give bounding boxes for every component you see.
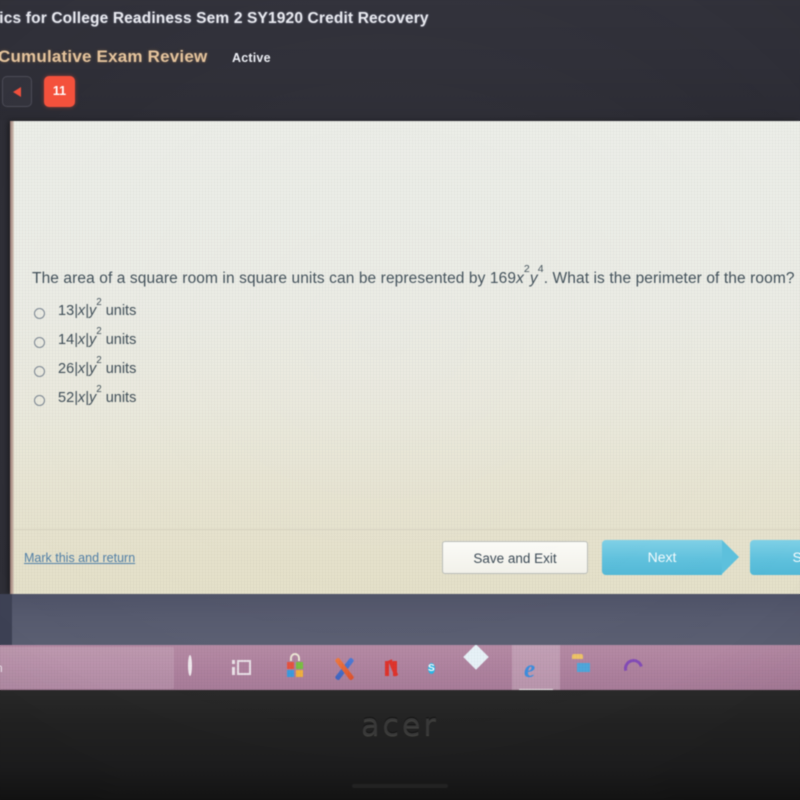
save-and-exit-button[interactable]: Save and Exit	[442, 541, 588, 574]
taskbar-item-netflix[interactable]	[368, 645, 416, 692]
question-card: The area of a square room in square unit…	[10, 121, 800, 594]
option-abs-x: |x|	[74, 361, 89, 377]
taskbar-item-microsoft-store[interactable]	[272, 645, 320, 692]
option-coefficient: 14	[58, 332, 75, 348]
option-exponent: 2	[96, 325, 102, 337]
chevron-left-icon	[13, 87, 21, 97]
radio-button-icon[interactable]	[34, 395, 45, 406]
answer-options: 13|x|y2 units 14|x|y2 units 26|x|y2 unit…	[34, 297, 454, 419]
course-header: tics for College Readiness Sem 2 SY1920 …	[0, 0, 800, 120]
taskbar-item-firefox[interactable]	[608, 645, 656, 692]
taskbar-search-box[interactable]: n	[0, 647, 174, 689]
option-label: 13|x|y2 units	[58, 297, 137, 319]
option-label: 14|x|y2 units	[58, 326, 137, 348]
option-abs-x: |x|	[74, 303, 89, 319]
option-exponent: 2	[96, 296, 102, 308]
windows-taskbar: n	[0, 645, 800, 692]
skype-glyph: S	[428, 663, 435, 674]
skype-icon: S	[428, 657, 452, 681]
task-view-icon	[232, 657, 260, 681]
option-units: units	[101, 390, 137, 406]
x-app-icon	[332, 657, 356, 681]
option-abs-x: |x|	[74, 390, 89, 406]
taskbar-item-cortana[interactable]	[176, 645, 224, 692]
laptop-screen: tics for College Readiness Sem 2 SY1920 …	[0, 0, 800, 692]
taskbar-item-file-explorer[interactable]	[560, 645, 608, 692]
question-variable-y: y	[529, 270, 538, 287]
option-coefficient: 13	[58, 303, 75, 319]
taskbar-item-edge[interactable]: e	[512, 645, 560, 692]
taskbar-item-mail[interactable]	[463, 645, 512, 692]
question-variable-x: x	[516, 270, 524, 287]
previous-question-button[interactable]	[2, 76, 32, 107]
option-abs-x: |x|	[74, 332, 89, 348]
photo-of-laptop-screen: tics for College Readiness Sem 2 SY1920 …	[0, 0, 800, 800]
edge-browser-icon: e	[524, 656, 548, 683]
desktop-band-left-edge	[0, 594, 12, 646]
radio-button-icon[interactable]	[34, 337, 45, 348]
option-coefficient: 26	[58, 361, 75, 377]
status-badge: Active	[232, 51, 271, 65]
option-label: 52|x|y2 units	[58, 384, 137, 406]
option-units: units	[101, 303, 137, 319]
question-prompt: The area of a square room in square unit…	[32, 264, 800, 290]
microsoft-store-icon	[284, 653, 308, 681]
next-button[interactable]: Next	[602, 540, 739, 575]
taskbar-item-x-app[interactable]	[320, 645, 368, 692]
question-exponent-x: 2	[523, 263, 530, 276]
folder-icon	[572, 654, 596, 681]
firefox-icon	[620, 655, 647, 682]
desktop-band	[0, 594, 800, 646]
option-row[interactable]: 52|x|y2 units	[34, 384, 454, 419]
option-units: units	[101, 361, 137, 377]
netflix-icon	[380, 657, 404, 681]
cortana-circle-icon	[188, 655, 212, 681]
laptop-bezel: acer	[0, 690, 800, 800]
question-prompt-part1: The area of a square room in square unit…	[32, 270, 517, 287]
course-title: tics for College Readiness Sem 2 SY1920 …	[0, 10, 429, 27]
card-left-edge	[10, 121, 14, 594]
submit-button[interactable]: Sub	[750, 540, 800, 575]
option-coefficient: 52	[58, 390, 75, 406]
taskbar-search-text: n	[0, 661, 5, 675]
option-units: units	[101, 332, 137, 348]
taskbar-item-task-view[interactable]	[224, 645, 272, 692]
mail-envelope-icon	[463, 645, 500, 681]
taskbar-item-skype[interactable]: S	[416, 645, 464, 692]
question-actions: Mark this and return Save and Exit Next …	[10, 529, 800, 594]
radio-button-icon[interactable]	[34, 366, 45, 377]
acer-brand-logo: acer	[361, 708, 439, 743]
question-number-badge[interactable]: 11	[44, 76, 75, 107]
arrow-right-icon	[722, 540, 739, 574]
mark-this-and-return-link[interactable]: Mark this and return	[24, 551, 135, 565]
question-exponent-y: 4	[537, 263, 544, 276]
option-label: 26|x|y2 units	[58, 355, 137, 377]
exam-title: Cumulative Exam Review	[0, 47, 208, 66]
question-prompt-part2: . What is the perimeter of the room?	[543, 270, 795, 287]
option-exponent: 2	[96, 383, 102, 395]
radio-button-icon[interactable]	[34, 308, 45, 319]
edge-glyph: e	[524, 656, 536, 683]
next-button-label: Next	[647, 549, 677, 565]
bezel-notch	[352, 784, 448, 788]
option-exponent: 2	[96, 354, 102, 366]
